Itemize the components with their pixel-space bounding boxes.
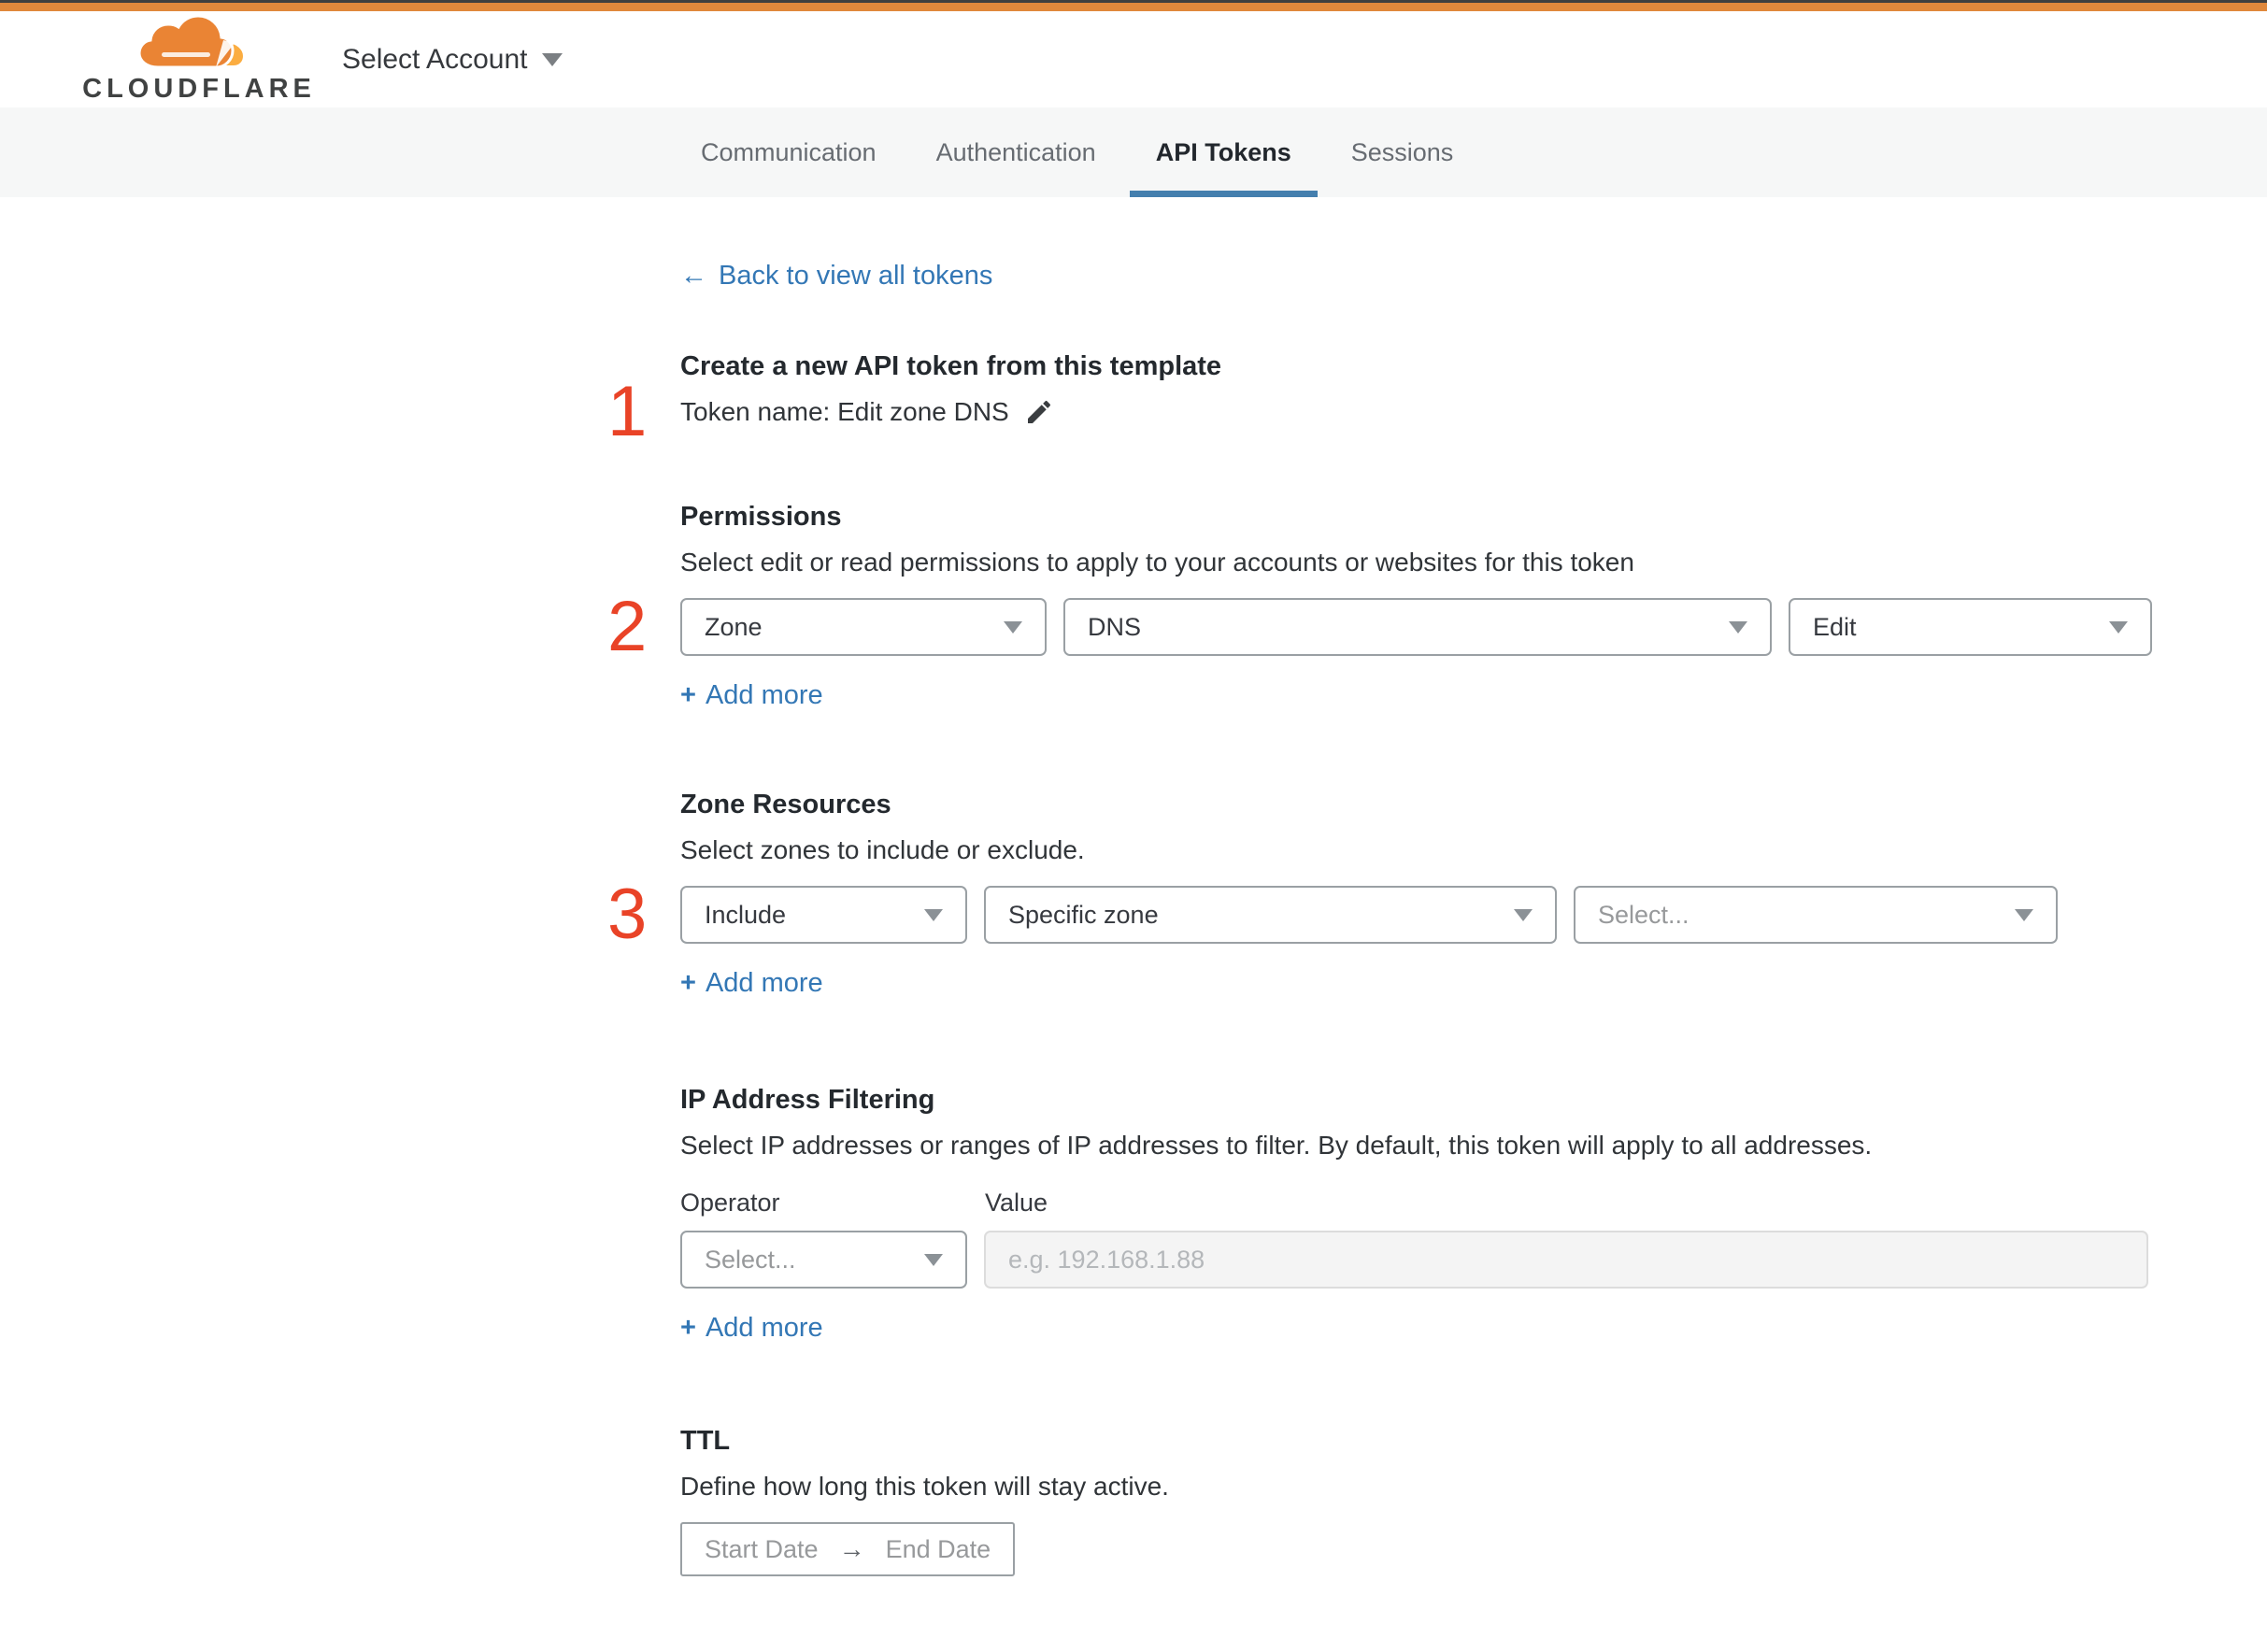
top-orange-bar (0, 3, 2267, 11)
token-template-heading: Create a new API token from this templat… (680, 351, 1222, 381)
permissions-description: Select edit or read permissions to apply… (680, 548, 1634, 577)
zone-mode-select[interactable]: Include (680, 886, 967, 944)
ttl-section: TTL Define how long this token will stay… (680, 1426, 2152, 1576)
permissions-section: Permissions Select edit or read permissi… (607, 502, 2152, 711)
token-template-section: Create a new API token from this templat… (607, 351, 2152, 448)
annotation-step-3: 3 (607, 875, 648, 954)
plus-icon: + (680, 680, 696, 710)
chevron-down-icon (542, 52, 563, 66)
add-more-label: Add more (705, 968, 823, 998)
ip-filtering-row: Select... (680, 1231, 2152, 1289)
back-arrow-icon: ← (680, 261, 707, 291)
permission-access-value: Edit (1813, 612, 1857, 641)
operator-select[interactable]: Select... (680, 1231, 967, 1289)
add-more-label: Add more (705, 1313, 823, 1343)
tab-authentication[interactable]: Authentication (910, 107, 1122, 197)
permission-access-select[interactable]: Edit (1789, 598, 2152, 656)
zone-resources-row: 3 Include Specific zone Select... (607, 879, 2152, 950)
pencil-icon[interactable] (1024, 397, 1054, 427)
profile-tabbar: Communication Authentication API Tokens … (0, 107, 2267, 197)
zone-resources-add-more-link[interactable]: + Add more (680, 968, 823, 999)
permission-scope-value: Zone (705, 612, 763, 641)
token-name-text: Token name: Edit zone DNS (680, 397, 1009, 426)
ip-filtering-labels: Operator Value (680, 1189, 2152, 1218)
cloudflare-wordmark: CLOUDFLARE (82, 73, 316, 104)
ttl-date-range-picker[interactable]: Start Date → End Date (680, 1522, 1016, 1576)
chevron-down-icon (2015, 908, 2033, 921)
zone-mode-value: Include (705, 900, 787, 929)
annotation-step-1: 1 (607, 372, 648, 451)
plus-icon: + (680, 1313, 696, 1343)
zone-picker-placeholder: Select... (1598, 900, 1690, 929)
back-to-tokens-link[interactable]: ← Back to view all tokens (680, 261, 992, 292)
zone-picker-select[interactable]: Select... (1574, 886, 2058, 944)
chevron-down-icon (1004, 620, 1022, 634)
app-header: CLOUDFLARE Select Account (0, 11, 2267, 107)
chevron-down-icon (1514, 908, 1533, 921)
ip-filtering-section: IP Address Filtering Select IP addresses… (680, 1085, 2152, 1344)
permission-service-select[interactable]: DNS (1063, 598, 1772, 656)
chevron-down-icon (1729, 620, 1747, 634)
ip-filtering-heading: IP Address Filtering (680, 1085, 935, 1115)
range-arrow-icon: → (838, 1534, 865, 1563)
annotation-step-2: 2 (607, 587, 648, 666)
ip-filtering-description: Select IP addresses or ranges of IP addr… (680, 1131, 1873, 1160)
permissions-row: 2 Zone DNS Edit (607, 591, 2152, 662)
plus-icon: + (680, 968, 696, 998)
account-selector[interactable]: Select Account (342, 44, 563, 76)
zone-resources-description: Select zones to include or exclude. (680, 835, 1085, 864)
ip-value-input[interactable] (984, 1231, 2148, 1289)
account-selector-label: Select Account (342, 43, 528, 75)
ip-filtering-add-more-link[interactable]: + Add more (680, 1313, 823, 1344)
ttl-description: Define how long this token will stay act… (680, 1472, 1169, 1501)
value-label: Value (985, 1189, 1048, 1217)
chevron-down-icon (924, 908, 943, 921)
operator-placeholder: Select... (705, 1245, 796, 1274)
tab-sessions[interactable]: Sessions (1325, 107, 1480, 197)
permissions-heading: Permissions (680, 502, 842, 532)
chevron-down-icon (924, 1253, 943, 1266)
end-date-placeholder: End Date (885, 1534, 991, 1563)
start-date-placeholder: Start Date (705, 1534, 819, 1563)
zone-resources-heading: Zone Resources (680, 790, 891, 819)
permission-service-value: DNS (1088, 612, 1142, 641)
chevron-down-icon (2109, 620, 2128, 634)
zone-resources-section: Zone Resources Select zones to include o… (607, 790, 2152, 999)
cloudflare-logo[interactable]: CLOUDFLARE (82, 14, 311, 105)
tab-communication[interactable]: Communication (675, 107, 903, 197)
operator-label: Operator (680, 1189, 780, 1217)
main-content: ← Back to view all tokens Create a new A… (607, 197, 2152, 1652)
token-name-line: 1 Token name: Edit zone DNS (607, 377, 2152, 448)
cloudflare-cloud-icon (137, 14, 248, 69)
back-link-label: Back to view all tokens (719, 261, 993, 291)
ttl-heading: TTL (680, 1426, 731, 1456)
permissions-add-more-link[interactable]: + Add more (680, 680, 823, 711)
zone-type-select[interactable]: Specific zone (984, 886, 1557, 944)
permission-scope-select[interactable]: Zone (680, 598, 1047, 656)
zone-type-value: Specific zone (1008, 900, 1159, 929)
add-more-label: Add more (705, 680, 823, 710)
tab-api-tokens[interactable]: API Tokens (1130, 107, 1318, 197)
